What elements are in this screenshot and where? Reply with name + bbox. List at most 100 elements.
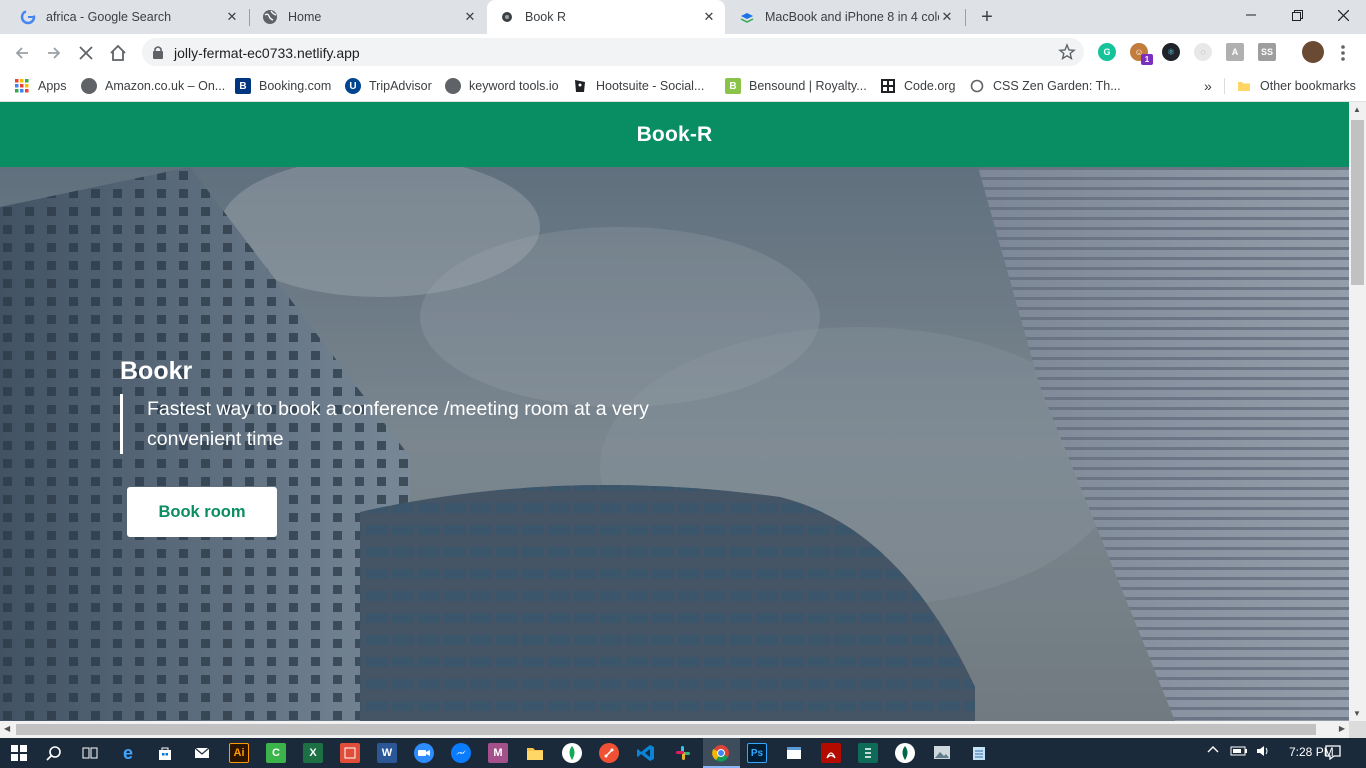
bookmark-csszengarden[interactable]: CSS Zen Garden: Th... xyxy=(969,77,1121,95)
scroll-right-icon[interactable]: ▶ xyxy=(1339,724,1345,733)
windows-taskbar: e Ai C X W M Ps 7:28 PM xyxy=(0,738,1366,768)
horizontal-scroll-thumb[interactable] xyxy=(16,724,1316,735)
minimize-icon[interactable] xyxy=(1228,0,1274,30)
bookmark-tripadvisor[interactable]: U TripAdvisor xyxy=(345,77,432,95)
site-header: Book-R xyxy=(0,102,1349,167)
bookmark-hootsuite[interactable]: Hootsuite - Social... xyxy=(572,77,704,95)
tab-home[interactable]: Home ✕ xyxy=(250,0,486,34)
excel-icon[interactable]: X xyxy=(303,743,323,763)
hootsuite-icon xyxy=(572,78,588,94)
mail-icon[interactable] xyxy=(192,743,212,763)
ss-extension-icon[interactable]: SS xyxy=(1258,43,1276,61)
tab-book-r[interactable]: Book R ✕ xyxy=(487,0,725,34)
back-arrow-icon[interactable] xyxy=(8,39,36,67)
illustrator-icon[interactable]: Ai xyxy=(229,743,249,763)
react-devtools-icon[interactable]: ⚛ xyxy=(1162,43,1180,61)
bookmark-keywordtool[interactable]: keyword tools.io xyxy=(445,77,559,95)
scrollbar-corner xyxy=(1349,721,1366,738)
bookmarks-overflow-chevron-icon[interactable]: » xyxy=(1204,77,1212,95)
hero-tagline: Fastest way to book a conference /meetin… xyxy=(120,394,680,454)
bookmark-amazon[interactable]: Amazon.co.uk – On... xyxy=(81,77,225,95)
bookmark-codeorg[interactable]: Code.org xyxy=(880,77,955,95)
m-app-icon[interactable]: M xyxy=(488,743,508,763)
site-logo-title[interactable]: Book-R xyxy=(637,123,713,147)
action-center-icon[interactable] xyxy=(1325,745,1341,760)
globe-icon xyxy=(81,78,97,94)
restore-icon[interactable] xyxy=(1274,0,1320,30)
file-explorer-icon[interactable] xyxy=(525,743,545,763)
address-bar[interactable]: jolly-fermat-ec0733.netlify.app xyxy=(142,38,1084,66)
acrobat-extension-icon[interactable]: A xyxy=(1226,43,1244,61)
capture-icon[interactable] xyxy=(340,743,360,763)
grammarly-icon[interactable]: G xyxy=(1098,43,1116,61)
bookmark-other[interactable]: Other bookmarks xyxy=(1236,77,1356,95)
folder-icon xyxy=(1236,78,1252,94)
editor-icon[interactable] xyxy=(858,743,878,763)
horizontal-scrollbar[interactable]: ◀ ▶ xyxy=(0,721,1349,738)
camtasia-icon[interactable]: C xyxy=(266,743,286,763)
git-icon[interactable] xyxy=(599,743,619,763)
mongodb-icon[interactable] xyxy=(562,743,582,763)
task-view-icon[interactable] xyxy=(80,743,100,763)
bookmark-label: Bensound | Royalty... xyxy=(749,79,867,93)
globe-icon xyxy=(262,9,278,25)
bookmark-label: TripAdvisor xyxy=(369,79,432,93)
vertical-scrollbar[interactable]: ▲ ▼ xyxy=(1349,102,1366,721)
tab-close-icon[interactable]: ✕ xyxy=(939,9,955,25)
search-icon[interactable] xyxy=(44,743,64,763)
bensound-icon: B xyxy=(725,78,741,94)
messenger-icon[interactable] xyxy=(451,743,471,763)
layers-icon xyxy=(739,9,755,25)
slack-icon[interactable] xyxy=(673,743,693,763)
bookmarks-divider xyxy=(1224,78,1225,94)
start-icon[interactable] xyxy=(9,743,29,763)
chrome-icon[interactable] xyxy=(711,743,731,763)
notepad-icon[interactable] xyxy=(969,743,989,763)
volume-icon[interactable] xyxy=(1256,745,1270,757)
battery-plug-icon[interactable] xyxy=(1230,745,1248,757)
edge-icon[interactable]: e xyxy=(118,743,138,763)
store-icon[interactable] xyxy=(155,743,175,763)
avatar[interactable] xyxy=(1302,41,1324,63)
bookmark-star-icon[interactable] xyxy=(1058,43,1076,61)
bookmark-label: Hootsuite - Social... xyxy=(596,79,705,93)
menu-kebab-icon[interactable] xyxy=(1338,44,1348,62)
bookmark-apps[interactable]: Apps xyxy=(14,77,67,95)
url-text: jolly-fermat-ec0733.netlify.app xyxy=(174,45,360,61)
vscode-icon[interactable] xyxy=(636,743,656,763)
book-room-button[interactable]: Book room xyxy=(127,487,277,537)
extension-badge: 1 xyxy=(1141,54,1153,65)
apps-grid-icon xyxy=(14,78,30,94)
close-window-icon[interactable] xyxy=(1320,0,1366,30)
scroll-left-icon[interactable]: ◀ xyxy=(4,724,10,733)
extension-circle-icon[interactable]: ◌ xyxy=(1194,43,1212,61)
bookmark-label: Booking.com xyxy=(259,79,332,93)
tab-separator xyxy=(965,9,966,26)
tab-google-search[interactable]: africa - Google Search ✕ xyxy=(8,0,248,34)
scroll-up-icon[interactable]: ▲ xyxy=(1353,105,1361,114)
mongodb-compass-icon[interactable] xyxy=(895,743,915,763)
bookmark-booking[interactable]: B Booking.com xyxy=(235,77,331,95)
tab-close-icon[interactable]: ✕ xyxy=(462,9,478,25)
tab-close-icon[interactable]: ✕ xyxy=(701,9,717,25)
tab-macbook[interactable]: MacBook and iPhone 8 in 4 colors ✕ xyxy=(727,0,963,34)
tab-close-icon[interactable]: ✕ xyxy=(224,9,240,25)
lock-icon[interactable] xyxy=(150,44,166,60)
vertical-scroll-thumb[interactable] xyxy=(1351,120,1364,285)
photos-icon[interactable] xyxy=(932,743,952,763)
bookmark-bensound[interactable]: B Bensound | Royalty... xyxy=(725,77,867,95)
home-icon[interactable] xyxy=(104,39,132,67)
window-app-icon[interactable] xyxy=(784,743,804,763)
hero-content: Bookr Fastest way to book a conference /… xyxy=(120,357,680,537)
new-tab-plus-icon[interactable]: + xyxy=(975,6,999,28)
zoom-icon[interactable] xyxy=(414,743,434,763)
acrobat-icon[interactable] xyxy=(821,743,841,763)
photoshop-icon[interactable]: Ps xyxy=(747,743,767,763)
forward-arrow-icon[interactable] xyxy=(40,39,68,67)
scroll-down-icon[interactable]: ▼ xyxy=(1353,709,1361,718)
web-page: Book-R Bookr Fastest way to book a confe… xyxy=(0,102,1349,721)
word-icon[interactable]: W xyxy=(377,743,397,763)
tab-title: africa - Google Search xyxy=(46,10,172,24)
stop-loading-icon[interactable] xyxy=(72,39,100,67)
tray-chevron-icon[interactable] xyxy=(1207,745,1219,753)
